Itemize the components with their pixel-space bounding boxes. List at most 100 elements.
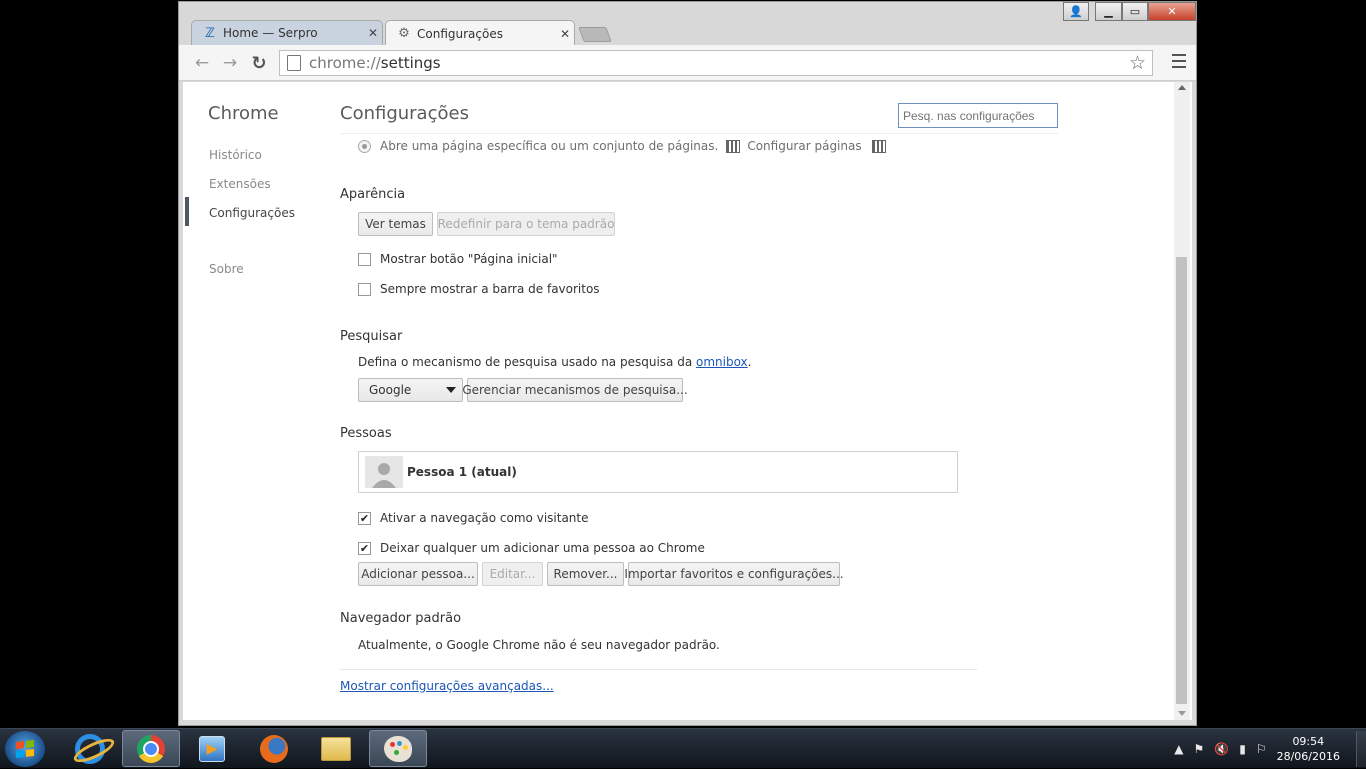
sidebar-item-historico[interactable]: Histórico xyxy=(209,148,262,162)
sidebar-title: Chrome xyxy=(208,103,279,124)
user-icon: 👤 xyxy=(1069,5,1083,18)
tab-home-serpro[interactable]: ℤ Home — Serpro ✕ xyxy=(191,20,383,45)
maximize-icon: ▭ xyxy=(1129,5,1141,18)
reload-icon: ↻ xyxy=(251,52,267,74)
taskbar-chrome[interactable] xyxy=(122,730,180,767)
guest-browsing-label: Ativar a navegação como visitante xyxy=(380,511,589,525)
page-icon xyxy=(287,55,301,71)
guest-browsing-checkbox[interactable]: ✔ xyxy=(358,511,371,525)
person-name: Pessoa 1 (atual) xyxy=(407,465,517,479)
paint-icon xyxy=(384,735,412,762)
configure-pages-link[interactable]: Configurar páginas xyxy=(747,139,861,153)
gear-icon: ⚙ xyxy=(398,26,410,41)
maximize-button[interactable]: ▭ xyxy=(1122,2,1148,21)
startup-radio[interactable] xyxy=(358,139,371,153)
scroll-thumb[interactable] xyxy=(1176,257,1187,704)
internet-explorer-icon xyxy=(75,733,105,764)
default-browser-title: Navegador padrão xyxy=(340,611,462,626)
system-tray: ▲ ⚑ 🔇 ▮ ⚐ 09:54 28/06/2016 xyxy=(1174,729,1366,769)
page-scrollbar[interactable] xyxy=(1174,82,1190,720)
scroll-down-arrow-icon[interactable] xyxy=(1178,711,1186,716)
browser-toolbar: ← → ↻ chrome://settings ☆ xyxy=(179,45,1196,81)
bookmark-star-icon[interactable]: ☆ xyxy=(1129,52,1146,74)
show-home-label: Mostrar botão "Página inicial" xyxy=(380,252,558,266)
appearance-title: Aparência xyxy=(340,187,406,202)
tab-close-icon[interactable]: ✕ xyxy=(364,26,382,40)
footer-divider xyxy=(340,669,977,670)
anyone-add-label: Deixar qualquer um adicionar uma pessoa … xyxy=(380,541,705,555)
network-signal-icon[interactable]: ▮ xyxy=(1239,742,1246,756)
remove-person-button[interactable]: Remover... xyxy=(547,562,624,586)
search-engine-select[interactable]: Google xyxy=(358,378,463,402)
action-center-icon[interactable]: ⚑ xyxy=(1194,742,1205,756)
edit-person-button[interactable]: Editar... xyxy=(482,562,543,586)
new-tab-button[interactable] xyxy=(578,27,612,42)
manage-search-engines-button[interactable]: Gerenciar mecanismos de pesquisa... xyxy=(462,378,688,402)
chevron-down-icon xyxy=(446,387,456,393)
taskbar-internet-explorer[interactable] xyxy=(61,730,119,767)
forward-button[interactable]: → xyxy=(219,52,241,74)
show-bookmarks-bar-option[interactable]: Sempre mostrar a barra de favoritos xyxy=(358,282,600,296)
import-bookmarks-button[interactable]: Importar favoritos e configurações... xyxy=(624,562,844,586)
settings-search-input[interactable] xyxy=(898,103,1058,128)
taskbar-paint[interactable] xyxy=(369,730,427,767)
close-icon: ✕ xyxy=(1167,5,1177,18)
taskbar-file-explorer[interactable] xyxy=(307,730,365,767)
building-icon xyxy=(871,139,886,153)
avatar xyxy=(365,456,403,488)
show-home-checkbox[interactable] xyxy=(358,252,371,266)
settings-page: Chrome Histórico Extensões Configurações… xyxy=(183,82,1192,720)
start-button[interactable] xyxy=(5,731,45,767)
building-icon xyxy=(726,139,741,153)
taskbar-firefox[interactable] xyxy=(245,730,303,767)
search-title: Pesquisar xyxy=(340,329,403,344)
back-button[interactable]: ← xyxy=(191,52,213,74)
show-home-button-option[interactable]: Mostrar botão "Página inicial" xyxy=(358,252,558,266)
startup-option-label: Abre uma página específica ou um conjunt… xyxy=(380,139,719,153)
show-advanced-settings-link[interactable]: Mostrar configurações avançadas... xyxy=(340,679,554,693)
add-person-button[interactable]: Adicionar pessoa... xyxy=(358,562,478,586)
startup-specific-pages-option[interactable]: Abre uma página específica ou um conjunt… xyxy=(358,139,893,153)
clock[interactable]: 09:54 28/06/2016 xyxy=(1277,734,1340,764)
omnibox-link[interactable]: omnibox xyxy=(696,355,748,369)
chrome-menu-button[interactable] xyxy=(1172,54,1186,68)
page-title: Configurações xyxy=(340,103,469,124)
media-player-icon: ▶ xyxy=(199,735,225,762)
file-explorer-icon xyxy=(321,736,351,761)
taskbar-media-player[interactable]: ▶ xyxy=(183,730,241,767)
sidebar-active-marker xyxy=(185,197,189,226)
chrome-icon xyxy=(137,734,165,763)
sidebar-item-sobre[interactable]: Sobre xyxy=(209,262,244,276)
show-bookmarks-checkbox[interactable] xyxy=(358,282,371,296)
anyone-add-checkbox[interactable]: ✔ xyxy=(358,541,371,555)
user-profile-button[interactable]: 👤 xyxy=(1063,2,1089,21)
scroll-up-arrow-icon[interactable] xyxy=(1178,85,1186,90)
tab-close-icon[interactable]: ✕ xyxy=(556,27,574,41)
sidebar-item-configuracoes[interactable]: Configurações xyxy=(209,206,295,220)
default-browser-status: Atualmente, o Google Chrome não é seu na… xyxy=(358,638,720,652)
guest-browsing-option[interactable]: ✔ Ativar a navegação como visitante xyxy=(358,511,589,525)
header-divider xyxy=(340,133,1058,134)
sidebar-item-extensoes[interactable]: Extensões xyxy=(209,177,271,191)
desktop: 👤 ▁ ▭ ✕ ℤ Home — Serpro ✕ ⚙ Configuraçõe… xyxy=(0,0,1366,768)
tab-configuracoes[interactable]: ⚙ Configurações ✕ xyxy=(385,20,575,46)
url-text: chrome://settings xyxy=(309,54,441,72)
people-list[interactable]: Pessoa 1 (atual) xyxy=(358,451,958,493)
volume-muted-icon[interactable]: 🔇 xyxy=(1214,742,1229,756)
arrow-right-icon: → xyxy=(222,53,238,73)
show-bookmarks-label: Sempre mostrar a barra de favoritos xyxy=(380,282,600,296)
reload-button[interactable]: ↻ xyxy=(248,52,270,74)
minimize-button[interactable]: ▁ xyxy=(1095,2,1122,21)
show-hidden-icons-icon[interactable]: ▲ xyxy=(1174,742,1183,756)
search-description: Defina o mecanismo de pesquisa usado na … xyxy=(358,355,752,369)
anyone-add-person-option[interactable]: ✔ Deixar qualquer um adicionar uma pesso… xyxy=(358,541,705,555)
reset-theme-button[interactable]: Redefinir para o tema padrão xyxy=(437,212,615,236)
taskbar: ▶ ▲ ⚑ 🔇 ▮ ⚐ 09:54 28/06/2016 xyxy=(0,728,1366,768)
settings-sidebar: Chrome Histórico Extensões Configurações… xyxy=(183,82,333,720)
show-desktop-button[interactable] xyxy=(1356,731,1366,767)
minimize-icon: ▁ xyxy=(1104,5,1113,18)
close-window-button[interactable]: ✕ xyxy=(1148,2,1196,21)
address-bar[interactable]: chrome://settings ☆ xyxy=(279,50,1153,76)
flag-alert-icon[interactable]: ⚐ xyxy=(1256,742,1267,756)
themes-button[interactable]: Ver temas xyxy=(358,212,433,236)
